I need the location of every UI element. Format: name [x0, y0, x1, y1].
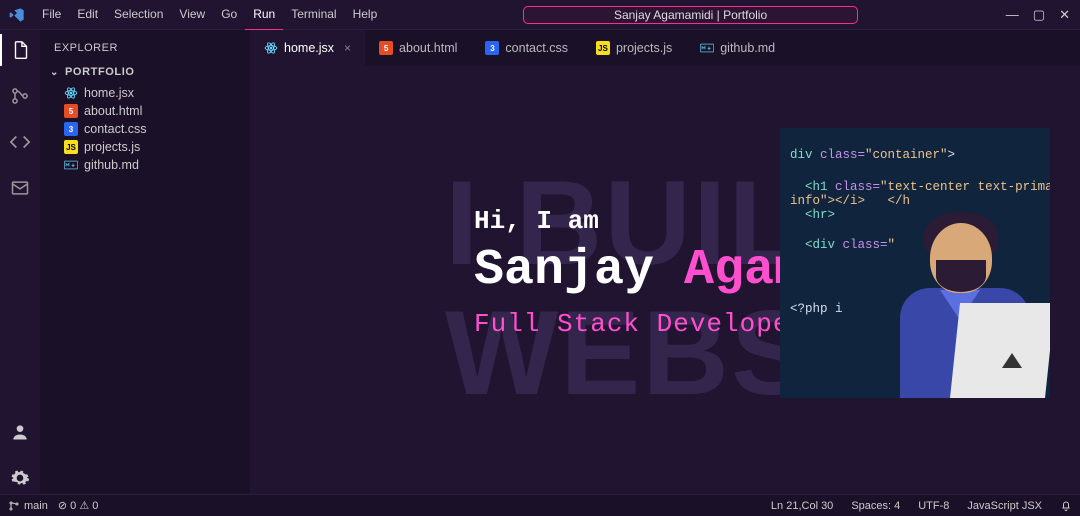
tab-label: about.html — [399, 41, 457, 55]
css-icon: 3 — [64, 122, 78, 136]
laptop-logo-icon — [1002, 353, 1022, 368]
react-icon — [64, 86, 78, 100]
file-label: about.html — [84, 104, 142, 118]
error-icon: ⊘ — [58, 500, 67, 512]
js-icon: JS — [596, 41, 610, 55]
activity-mail[interactable] — [0, 172, 40, 204]
file-item[interactable]: 5 about.html — [64, 102, 250, 120]
explorer-sidebar: EXPLORER ⌄ PORTFOLIO home.jsx 5 about.html… — [40, 30, 250, 494]
file-item[interactable]: github.md — [64, 156, 250, 174]
activity-source-control[interactable] — [0, 80, 40, 112]
close-icon[interactable]: ✕ — [1059, 7, 1070, 23]
tab-close-icon[interactable]: × — [344, 41, 351, 55]
activity-explorer[interactable] — [0, 34, 40, 66]
markdown-icon — [64, 158, 78, 172]
tab-about-html[interactable]: 5 about.html — [365, 30, 471, 66]
minimize-icon[interactable]: — — [1006, 7, 1019, 23]
bell-icon[interactable] — [1060, 500, 1072, 512]
react-icon — [264, 41, 278, 55]
html-icon: 5 — [64, 104, 78, 118]
file-label: projects.js — [84, 140, 140, 154]
tab-label: projects.js — [616, 41, 672, 55]
editor-tabs: home.jsx × 5 about.html 3 contact.css JS projec… — [250, 30, 1080, 66]
activity-bar — [0, 30, 40, 494]
hero-area: I BUILD WEBSIT Hi, I am Sanjay Agamamidi… — [250, 66, 1080, 494]
status-language[interactable]: JavaScript JSX — [967, 500, 1042, 512]
menu-go[interactable]: Go — [213, 0, 245, 30]
activity-account-icon[interactable] — [0, 416, 40, 448]
menu-selection[interactable]: Selection — [106, 0, 171, 30]
status-spaces[interactable]: Spaces: 4 — [851, 500, 900, 512]
menu-run[interactable]: Run — [245, 0, 283, 30]
first-name: Sanjay — [474, 242, 654, 299]
tab-label: contact.css — [505, 41, 568, 55]
status-position[interactable]: Ln 21,Col 30 — [771, 500, 833, 512]
branch-icon — [8, 500, 20, 512]
status-encoding[interactable]: UTF-8 — [918, 500, 949, 512]
file-item[interactable]: 3 contact.css — [64, 120, 250, 138]
css-icon: 3 — [485, 41, 499, 55]
role-text: Full Stack Developer — [474, 309, 806, 339]
laptop-illustration — [950, 303, 1050, 398]
tab-label: github.md — [720, 41, 775, 55]
js-icon: JS — [64, 140, 78, 154]
menu-terminal[interactable]: Terminal — [283, 0, 344, 30]
markdown-icon — [700, 41, 714, 55]
status-problems[interactable]: ⊘ 0 ⚠ 0 — [58, 499, 99, 512]
menu-edit[interactable]: Edit — [69, 0, 106, 30]
status-bar: main ⊘ 0 ⚠ 0 Ln 21,Col 30 Spaces: 4 UTF-… — [0, 494, 1080, 516]
file-label: contact.css — [84, 122, 147, 136]
menu-file[interactable]: File — [34, 0, 69, 30]
maximize-icon[interactable]: ▢ — [1033, 7, 1045, 23]
file-item[interactable]: home.jsx — [64, 84, 250, 102]
section-label: PORTFOLIO — [65, 66, 135, 78]
tab-home-jsx[interactable]: home.jsx × — [250, 30, 365, 66]
tab-projects-js[interactable]: JS projects.js — [582, 30, 686, 66]
window-title[interactable]: Sanjay Agamamidi | Portfolio — [523, 6, 858, 24]
vscode-logo-icon — [0, 7, 34, 23]
activity-settings-icon[interactable] — [0, 462, 40, 494]
file-label: home.jsx — [84, 86, 134, 100]
activity-code[interactable] — [0, 126, 40, 158]
menu-bar: FileEditSelectionViewGoRunTerminalHelp — [34, 0, 385, 30]
file-item[interactable]: JS projects.js — [64, 138, 250, 156]
tab-contact-css[interactable]: 3 contact.css — [471, 30, 582, 66]
illustration-panel: div class="container"> <h1 class="text-c… — [780, 128, 1050, 398]
title-bar: FileEditSelectionViewGoRunTerminalHelp S… — [0, 0, 1080, 30]
explorer-header: EXPLORER — [40, 38, 250, 62]
explorer-section[interactable]: ⌄ PORTFOLIO — [40, 62, 250, 82]
menu-view[interactable]: View — [171, 0, 213, 30]
tab-label: home.jsx — [284, 41, 334, 55]
chevron-down-icon: ⌄ — [50, 67, 59, 78]
warning-icon: ⚠ — [79, 500, 89, 512]
html-icon: 5 — [379, 41, 393, 55]
menu-help[interactable]: Help — [345, 0, 386, 30]
file-label: github.md — [84, 158, 139, 172]
status-branch[interactable]: main — [8, 500, 48, 512]
tab-github-md[interactable]: github.md — [686, 30, 789, 66]
